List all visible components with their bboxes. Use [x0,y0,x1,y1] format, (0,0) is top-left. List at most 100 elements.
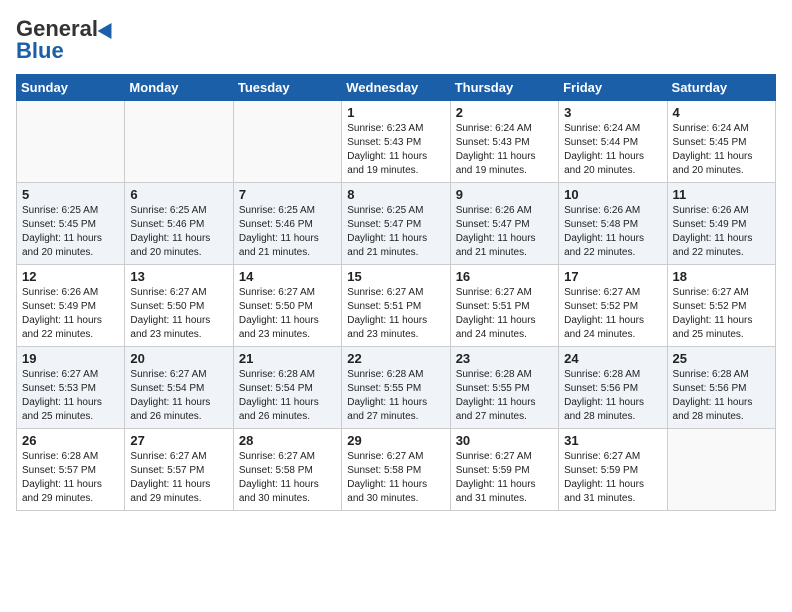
day-info: Sunrise: 6:28 AM Sunset: 5:55 PM Dayligh… [347,368,444,424]
day-number: 19 [22,351,119,366]
day-cell-12: 12 Sunrise: 6:26 AM Sunset: 5:49 PM Dayli… [17,265,125,347]
empty-cell [125,101,233,183]
day-cell-10: 10Sunrise: 6:26 AM Sunset: 5:48 PM Dayli… [559,183,667,265]
day-info: Sunrise: 6:27 AM Sunset: 5:51 PM Dayligh… [347,286,444,342]
day-number: 16 [456,269,553,284]
day-number: 2 [456,105,553,120]
day-info: Sunrise: 6:24 AM Sunset: 5:44 PM Dayligh… [564,122,661,178]
week-row-4: 19Sunrise: 6:27 AM Sunset: 5:53 PM Dayli… [17,347,776,429]
logo: General Blue [16,16,116,64]
day-number: 25 [673,351,770,366]
day-cell-8: 8 Sunrise: 6:25 AM Sunset: 5:47 PM Daylig… [342,183,450,265]
day-cell-7: 7 Sunrise: 6:25 AM Sunset: 5:46 PM Daylig… [233,183,341,265]
day-info: Sunrise: 6:27 AM Sunset: 5:50 PM Dayligh… [130,286,227,342]
day-number: 31 [564,433,661,448]
day-cell-19: 19Sunrise: 6:27 AM Sunset: 5:53 PM Dayli… [17,347,125,429]
day-info: Sunrise: 6:28 AM Sunset: 5:57 PM Dayligh… [22,450,119,506]
weekday-header-wednesday: Wednesday [342,75,450,101]
day-info: Sunrise: 6:27 AM Sunset: 5:58 PM Dayligh… [347,450,444,506]
day-info: Sunrise: 6:28 AM Sunset: 5:54 PM Dayligh… [239,368,336,424]
day-cell-29: 29 Sunrise: 6:27 AM Sunset: 5:58 PM Dayli… [342,429,450,511]
day-info: Sunrise: 6:25 AM Sunset: 5:45 PM Dayligh… [22,204,119,260]
day-cell-13: 13 Sunrise: 6:27 AM Sunset: 5:50 PM Dayli… [125,265,233,347]
day-info: Sunrise: 6:25 AM Sunset: 5:46 PM Dayligh… [239,204,336,260]
day-cell-30: 30 Sunrise: 6:27 AM Sunset: 5:59 PM Dayli… [450,429,558,511]
weekday-header-sunday: Sunday [17,75,125,101]
day-number: 6 [130,187,227,202]
day-info: Sunrise: 6:27 AM Sunset: 5:58 PM Dayligh… [239,450,336,506]
day-number: 21 [239,351,336,366]
day-info: Sunrise: 6:28 AM Sunset: 5:56 PM Dayligh… [673,368,770,424]
logo-icon [98,19,119,39]
day-cell-31: 31 Sunrise: 6:27 AM Sunset: 5:59 PM Dayli… [559,429,667,511]
day-info: Sunrise: 6:27 AM Sunset: 5:57 PM Dayligh… [130,450,227,506]
week-row-2: 5 Sunrise: 6:25 AM Sunset: 5:45 PM Daylig… [17,183,776,265]
day-number: 10 [564,187,661,202]
day-info: Sunrise: 6:26 AM Sunset: 5:47 PM Dayligh… [456,204,553,260]
day-number: 28 [239,433,336,448]
day-cell-15: 15 Sunrise: 6:27 AM Sunset: 5:51 PM Dayli… [342,265,450,347]
weekday-header-saturday: Saturday [667,75,775,101]
day-number: 14 [239,269,336,284]
weekday-header-row: SundayMondayTuesdayWednesdayThursdayFrid… [17,75,776,101]
day-number: 13 [130,269,227,284]
day-info: Sunrise: 6:27 AM Sunset: 5:52 PM Dayligh… [673,286,770,342]
empty-cell [233,101,341,183]
day-info: Sunrise: 6:27 AM Sunset: 5:52 PM Dayligh… [564,286,661,342]
logo-blue: Blue [16,38,64,64]
day-cell-1: 1Sunrise: 6:23 AM Sunset: 5:43 PM Daylig… [342,101,450,183]
day-cell-2: 2 Sunrise: 6:24 AM Sunset: 5:43 PM Daylig… [450,101,558,183]
day-number: 12 [22,269,119,284]
day-cell-4: 4 Sunrise: 6:24 AM Sunset: 5:45 PM Daylig… [667,101,775,183]
day-number: 27 [130,433,227,448]
day-cell-22: 22 Sunrise: 6:28 AM Sunset: 5:55 PM Dayli… [342,347,450,429]
day-info: Sunrise: 6:25 AM Sunset: 5:47 PM Dayligh… [347,204,444,260]
weekday-header-tuesday: Tuesday [233,75,341,101]
day-number: 4 [673,105,770,120]
day-info: Sunrise: 6:27 AM Sunset: 5:59 PM Dayligh… [456,450,553,506]
day-info: Sunrise: 6:26 AM Sunset: 5:49 PM Dayligh… [673,204,770,260]
day-info: Sunrise: 6:27 AM Sunset: 5:54 PM Dayligh… [130,368,227,424]
empty-cell [667,429,775,511]
day-info: Sunrise: 6:26 AM Sunset: 5:49 PM Dayligh… [22,286,119,342]
day-info: Sunrise: 6:28 AM Sunset: 5:55 PM Dayligh… [456,368,553,424]
day-number: 11 [673,187,770,202]
page-header: General Blue [16,16,776,64]
day-number: 23 [456,351,553,366]
day-info: Sunrise: 6:25 AM Sunset: 5:46 PM Dayligh… [130,204,227,260]
day-info: Sunrise: 6:24 AM Sunset: 5:43 PM Dayligh… [456,122,553,178]
day-number: 7 [239,187,336,202]
day-cell-18: 18 Sunrise: 6:27 AM Sunset: 5:52 PM Dayli… [667,265,775,347]
day-number: 5 [22,187,119,202]
day-cell-5: 5 Sunrise: 6:25 AM Sunset: 5:45 PM Daylig… [17,183,125,265]
day-info: Sunrise: 6:27 AM Sunset: 5:50 PM Dayligh… [239,286,336,342]
weekday-header-thursday: Thursday [450,75,558,101]
day-cell-20: 20Sunrise: 6:27 AM Sunset: 5:54 PM Dayli… [125,347,233,429]
day-info: Sunrise: 6:27 AM Sunset: 5:59 PM Dayligh… [564,450,661,506]
day-number: 26 [22,433,119,448]
day-info: Sunrise: 6:28 AM Sunset: 5:56 PM Dayligh… [564,368,661,424]
day-cell-3: 3 Sunrise: 6:24 AM Sunset: 5:44 PM Daylig… [559,101,667,183]
day-number: 30 [456,433,553,448]
day-number: 18 [673,269,770,284]
day-info: Sunrise: 6:24 AM Sunset: 5:45 PM Dayligh… [673,122,770,178]
day-number: 3 [564,105,661,120]
day-cell-14: 14 Sunrise: 6:27 AM Sunset: 5:50 PM Dayli… [233,265,341,347]
day-cell-11: 11 Sunrise: 6:26 AM Sunset: 5:49 PM Dayli… [667,183,775,265]
day-cell-25: 25 Sunrise: 6:28 AM Sunset: 5:56 PM Dayli… [667,347,775,429]
week-row-3: 12 Sunrise: 6:26 AM Sunset: 5:49 PM Dayli… [17,265,776,347]
day-number: 8 [347,187,444,202]
day-number: 29 [347,433,444,448]
day-number: 17 [564,269,661,284]
weekday-header-friday: Friday [559,75,667,101]
day-number: 1 [347,105,444,120]
calendar: SundayMondayTuesdayWednesdayThursdayFrid… [16,74,776,511]
day-number: 15 [347,269,444,284]
day-number: 9 [456,187,553,202]
day-cell-9: 9 Sunrise: 6:26 AM Sunset: 5:47 PM Daylig… [450,183,558,265]
week-row-5: 26 Sunrise: 6:28 AM Sunset: 5:57 PM Dayli… [17,429,776,511]
day-cell-6: 6 Sunrise: 6:25 AM Sunset: 5:46 PM Daylig… [125,183,233,265]
day-cell-28: 28 Sunrise: 6:27 AM Sunset: 5:58 PM Dayli… [233,429,341,511]
day-number: 22 [347,351,444,366]
weekday-header-monday: Monday [125,75,233,101]
